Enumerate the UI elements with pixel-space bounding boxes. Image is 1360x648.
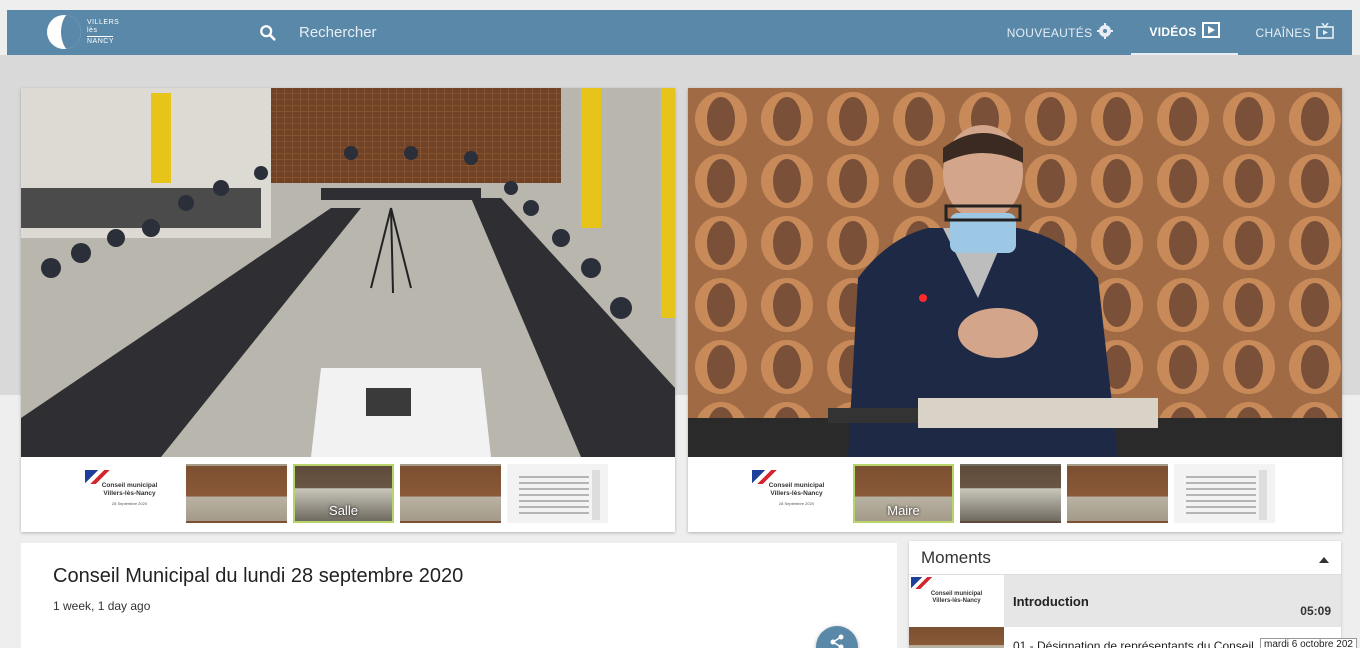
nav-chaines-label: CHAÎNES xyxy=(1255,25,1311,40)
thumbnail-title-card[interactable]: Conseil municipal Villers-lès-Nancy 28 Se… xyxy=(79,464,180,523)
thumbnail-camera-tribune[interactable] xyxy=(400,464,501,523)
video-player-maire: Conseil municipal Villers-lès-Nancy 28 Se… xyxy=(688,88,1342,532)
moment-time: 05:09 xyxy=(1300,604,1331,618)
moment-item[interactable]: Conseil municipal Villers-lès-Nancy Intro… xyxy=(909,575,1341,627)
thumb-title-line2: Villers-lès-Nancy xyxy=(770,490,823,497)
thumb-title-line1: Conseil municipal xyxy=(101,482,158,489)
french-flag-icon xyxy=(911,577,933,589)
share-icon xyxy=(830,634,844,648)
moments-heading: Moments xyxy=(921,547,991,567)
nav-nouveautes[interactable]: NOUVEAUTÉS xyxy=(989,10,1132,55)
thumb-label: Maire xyxy=(887,503,920,518)
nav-videos[interactable]: VIDÉOS xyxy=(1131,10,1238,55)
thumbnail-camera-salle[interactable] xyxy=(960,464,1061,523)
play-box-icon xyxy=(1201,22,1220,41)
nav-nouveautes-label: NOUVEAUTÉS xyxy=(1006,25,1093,40)
gear-badge-icon xyxy=(1097,23,1114,42)
video-frame-maire[interactable] xyxy=(688,88,1342,457)
logo-line-1: VILLERS xyxy=(87,18,120,26)
camera-thumbnails-left: Conseil municipal Villers-lès-Nancy 28 Se… xyxy=(79,464,608,523)
moment-thumb-title1: Conseil municipal xyxy=(930,591,983,597)
search-input[interactable] xyxy=(299,24,599,41)
nav-videos-label: VIDÉOS xyxy=(1149,24,1197,39)
collapse-caret-icon[interactable] xyxy=(1319,548,1329,568)
moment-title: Introduction xyxy=(1013,594,1089,609)
video-frame-salle[interactable] xyxy=(21,88,675,457)
thumbnail-camera-maire[interactable]: Maire xyxy=(853,464,954,523)
thumbnail-camera-salle[interactable]: Salle xyxy=(293,464,394,523)
thumb-title-line1: Conseil municipal xyxy=(768,482,825,489)
logo-text: VILLERS lès NANCY xyxy=(87,19,119,46)
moment-thumbnail: Conseil municipal Villers-lès-Nancy xyxy=(909,575,1004,627)
thumb-label: Salle xyxy=(329,503,358,518)
video-info-panel: Conseil Municipal du lundi 28 septembre … xyxy=(21,543,897,648)
search-icon[interactable] xyxy=(259,24,277,42)
logo-line-2: lès xyxy=(87,26,98,34)
camera-thumbnails-right: Conseil municipal Villers-lès-Nancy 28 Se… xyxy=(746,464,1275,523)
date-tooltip: mardi 6 octobre 202 xyxy=(1260,638,1357,648)
search-bar xyxy=(259,10,599,55)
thumbnail-camera-tribune[interactable] xyxy=(1067,464,1168,523)
logo-mark-icon xyxy=(47,15,81,49)
thumbnail-document[interactable] xyxy=(1174,464,1275,523)
nav-chaines[interactable]: CHAÎNES xyxy=(1238,10,1352,55)
moments-panel: Moments Conseil municipal Villers-lès-Nan… xyxy=(909,541,1341,648)
video-age: 1 week, 1 day ago xyxy=(53,599,151,613)
logo-line-3: NANCY xyxy=(87,37,115,45)
moment-thumbnail xyxy=(909,627,1004,648)
moment-thumb-title2: Villers-lès-Nancy xyxy=(932,598,981,604)
thumbnail-camera-maire[interactable] xyxy=(186,464,287,523)
share-button[interactable] xyxy=(816,626,858,648)
thumbnail-title-card[interactable]: Conseil municipal Villers-lès-Nancy 28 Se… xyxy=(746,464,847,523)
thumbnail-document[interactable] xyxy=(507,464,608,523)
thumb-date: 28 Septembre 2020 xyxy=(778,501,815,506)
moment-title: 01 - Désignation de représentants du Con… xyxy=(1013,639,1254,648)
video-player-salle: Conseil municipal Villers-lès-Nancy 28 Se… xyxy=(21,88,675,532)
site-logo[interactable]: VILLERS lès NANCY xyxy=(47,15,119,49)
thumb-title-line2: Villers-lès-Nancy xyxy=(103,490,156,497)
main-nav: NOUVEAUTÉS VIDÉOS CHAÎNES xyxy=(989,10,1352,55)
video-title: Conseil Municipal du lundi 28 septembre … xyxy=(53,565,464,587)
thumb-date: 28 Septembre 2020 xyxy=(111,501,148,506)
tv-icon xyxy=(1316,22,1334,42)
top-navigation-bar: VILLERS lès NANCY NOUVEAUTÉS VIDÉOS CHAÎ… xyxy=(7,10,1352,55)
moments-header[interactable]: Moments xyxy=(909,541,1341,575)
